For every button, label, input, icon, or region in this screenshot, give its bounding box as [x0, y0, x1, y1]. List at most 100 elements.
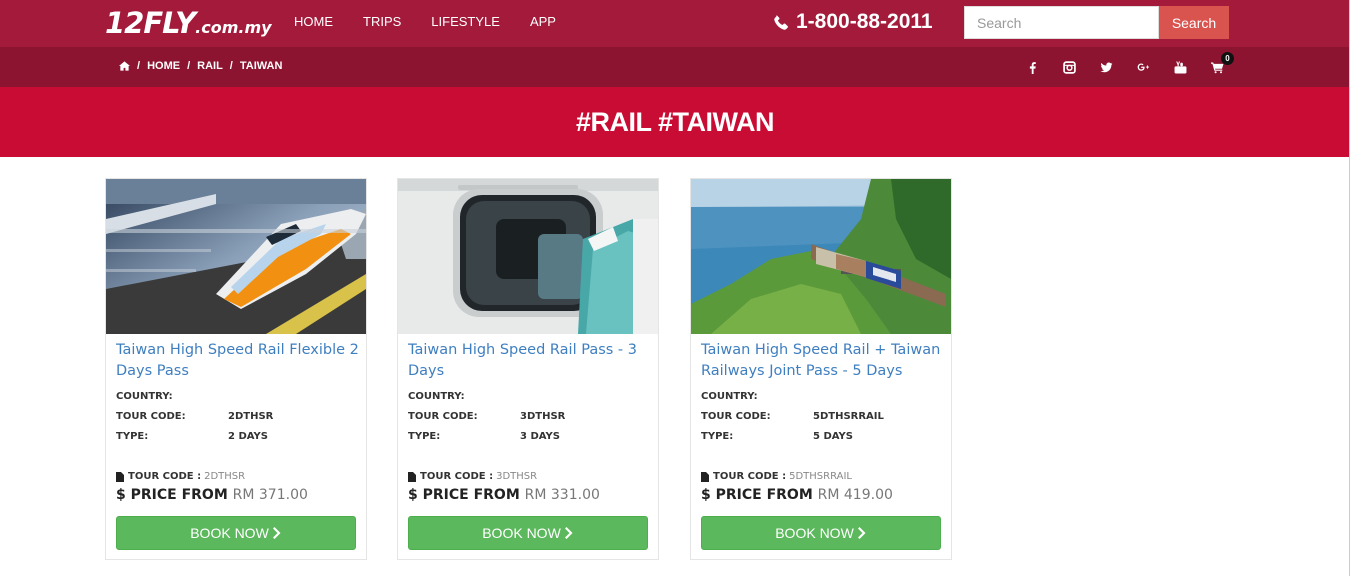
breadcrumb-separator: / — [187, 60, 191, 72]
type-label: TYPE: — [701, 431, 734, 442]
twitter-icon — [1100, 62, 1113, 72]
phone-icon — [774, 14, 788, 30]
country-row: COUNTRY: — [701, 391, 758, 402]
tour-code-value: 5DTHSRRAIL — [813, 411, 884, 422]
nav-home[interactable]: HOME — [294, 14, 333, 29]
google-plus-link[interactable] — [1125, 59, 1162, 75]
high-speed-train-photo[interactable] — [106, 179, 366, 334]
price-line: $ PRICE FROM RM 419.00 — [701, 487, 893, 503]
facebook-icon — [1029, 61, 1036, 74]
tour-code-label: TOUR CODE: — [701, 411, 771, 422]
facebook-link[interactable] — [1014, 59, 1051, 75]
price-amount: RM 419.00 — [817, 487, 893, 503]
breadcrumb-home[interactable]: HOME — [147, 60, 180, 72]
instagram-link[interactable] — [1051, 59, 1088, 75]
tour-code-footer-value: 3DTHSR — [496, 471, 538, 482]
type-value: 5 DAYS — [813, 431, 853, 442]
logo-suffix: .com.my — [195, 18, 272, 37]
price-line: $ PRICE FROM RM 331.00 — [408, 487, 600, 503]
card-title-link[interactable]: Taiwan High Speed Rail Flexible 2 Days P… — [116, 340, 360, 382]
tour-code-footer: TOUR CODE : 5DTHSRRAIL — [701, 471, 852, 482]
nav-app[interactable]: APP — [530, 14, 556, 29]
tour-code-value: 3DTHSR — [520, 411, 566, 422]
tour-code-value: 2DTHSR — [228, 411, 274, 422]
tour-code-label: TOUR CODE: — [408, 411, 478, 422]
type-value: 3 DAYS — [520, 431, 560, 442]
twitter-link[interactable] — [1088, 59, 1125, 75]
product-card: Taiwan High Speed Rail + Taiwan Railways… — [690, 178, 952, 560]
type-label: TYPE: — [408, 431, 441, 442]
breadcrumb-bar: / HOME / RAIL / TAIWAN 0 — [0, 47, 1350, 87]
price-amount: RM 371.00 — [232, 487, 308, 503]
breadcrumb-taiwan[interactable]: TAIWAN — [240, 60, 283, 72]
product-card: Taiwan High Speed Rail Flexible 2 Days P… — [105, 178, 367, 560]
chevron-right-icon — [564, 527, 573, 539]
tour-code-row: TOUR CODE: 3DTHSR — [408, 411, 565, 422]
book-now-label: BOOK NOW — [775, 525, 854, 541]
price-label: $ PRICE FROM — [408, 487, 520, 503]
train-window-interior-photo[interactable] — [398, 179, 658, 334]
type-value: 2 DAYS — [228, 431, 268, 442]
type-label: TYPE: — [116, 431, 149, 442]
tour-code-footer-value: 2DTHSR — [204, 471, 246, 482]
country-row: COUNTRY: — [408, 391, 465, 402]
book-now-button[interactable]: BOOK NOW — [116, 516, 356, 550]
type-row: TYPE: 3 DAYS — [408, 431, 560, 442]
phone-number: 1-800-88-2011 — [796, 10, 933, 33]
instagram-icon — [1063, 60, 1076, 74]
chevron-right-icon — [272, 527, 281, 539]
home-icon[interactable] — [119, 61, 130, 71]
price-line: $ PRICE FROM RM 371.00 — [116, 487, 308, 503]
book-now-button[interactable]: BOOK NOW — [408, 516, 648, 550]
breadcrumb-rail[interactable]: RAIL — [197, 60, 223, 72]
breadcrumb-separator: / — [137, 60, 141, 72]
price-amount: RM 331.00 — [524, 487, 600, 503]
page-banner: #RAIL #TAIWAN — [0, 87, 1350, 157]
book-now-button[interactable]: BOOK NOW — [701, 516, 941, 550]
type-row: TYPE: 5 DAYS — [701, 431, 853, 442]
nav-lifestyle[interactable]: LIFESTYLE — [431, 14, 500, 29]
card-title-link[interactable]: Taiwan High Speed Rail + Taiwan Railways… — [701, 340, 945, 382]
book-now-label: BOOK NOW — [482, 525, 561, 541]
tour-code-footer-label: TOUR CODE : — [713, 471, 787, 482]
tour-code-footer: TOUR CODE : 3DTHSR — [408, 471, 537, 482]
logo-text: 12FLY — [105, 6, 196, 40]
card-title-link[interactable]: Taiwan High Speed Rail Pass - 3 Days — [408, 340, 652, 382]
tour-code-row: TOUR CODE: 5DTHSRRAIL — [701, 411, 884, 422]
tour-code-footer-label: TOUR CODE : — [128, 471, 202, 482]
product-card: Taiwan High Speed Rail Pass - 3 Days COU… — [397, 178, 659, 560]
document-icon — [116, 471, 124, 482]
page-title: #RAIL #TAIWAN — [575, 106, 775, 137]
country-label: COUNTRY: — [701, 391, 758, 402]
breadcrumb: / HOME / RAIL / TAIWAN — [119, 60, 282, 72]
book-now-label: BOOK NOW — [190, 525, 269, 541]
country-row: COUNTRY: — [116, 391, 173, 402]
main-nav: HOME TRIPS LIFESTYLE APP — [294, 14, 586, 29]
document-icon — [408, 471, 416, 482]
site-logo[interactable]: 12FLY.com.my — [105, 6, 272, 40]
country-label: COUNTRY: — [116, 391, 173, 402]
price-label: $ PRICE FROM — [116, 487, 228, 503]
tour-code-row: TOUR CODE: 2DTHSR — [116, 411, 273, 422]
youtube-link[interactable] — [1162, 59, 1199, 75]
tour-code-label: TOUR CODE: — [116, 411, 186, 422]
google-plus-icon — [1137, 63, 1150, 71]
search-button[interactable]: Search — [1159, 6, 1229, 39]
cart-button[interactable]: 0 — [1199, 52, 1236, 75]
type-row: TYPE: 2 DAYS — [116, 431, 268, 442]
cart-count-badge: 0 — [1221, 52, 1234, 65]
chevron-right-icon — [857, 527, 866, 539]
country-label: COUNTRY: — [408, 391, 465, 402]
tour-code-footer-label: TOUR CODE : — [420, 471, 494, 482]
coastal-railway-photo[interactable] — [691, 179, 951, 334]
document-icon — [701, 471, 709, 482]
breadcrumb-separator: / — [229, 60, 233, 72]
search-input[interactable] — [964, 6, 1159, 39]
tour-code-footer-value: 5DTHSRRAIL — [789, 471, 852, 482]
nav-trips[interactable]: TRIPS — [363, 14, 401, 29]
tour-code-footer: TOUR CODE : 2DTHSR — [116, 471, 245, 482]
phone-contact[interactable]: 1-800-88-2011 — [773, 10, 933, 34]
youtube-icon — [1174, 61, 1187, 73]
top-navbar: 12FLY.com.my HOME TRIPS LIFESTYLE APP 1-… — [0, 0, 1350, 47]
social-links: 0 — [1014, 52, 1236, 75]
